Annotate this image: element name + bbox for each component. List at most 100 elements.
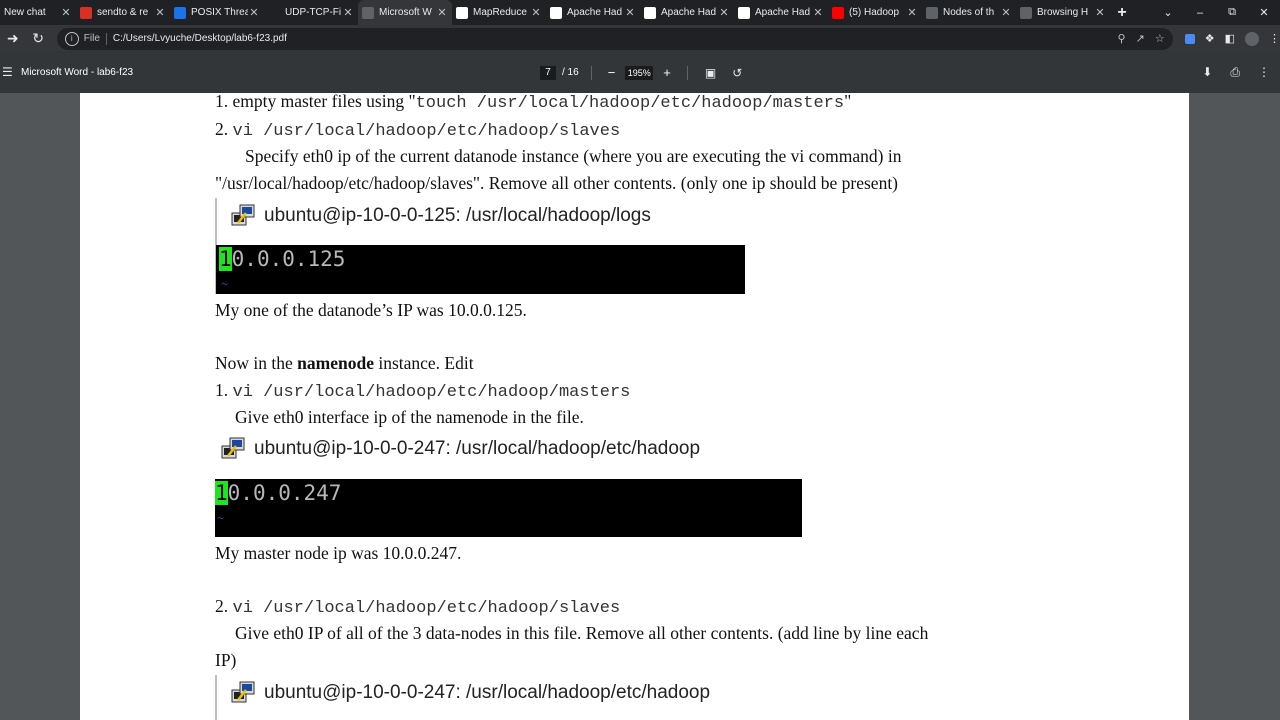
bold-text: namenode (297, 353, 374, 373)
bookmark-star-icon[interactable]: ☆ (1155, 32, 1165, 45)
more-options-icon[interactable]: ⋮ (1258, 65, 1270, 80)
paragraph: Give eth0 IP of all of the 3 data-nodes … (235, 623, 929, 643)
tab[interactable]: POSIX Threa ✕ (170, 0, 264, 25)
close-tab-icon[interactable]: ✕ (60, 6, 72, 19)
tab[interactable]: (5) Hadoop ✕ (828, 0, 922, 25)
zoom-in-button[interactable]: + (659, 65, 675, 80)
c-icon (80, 6, 92, 19)
address-bar[interactable]: i File C:/Users/Lvyuche/Desktop/lab6-f23… (56, 27, 1173, 50)
text: " (844, 93, 852, 111)
divider (215, 675, 217, 720)
share-icon[interactable]: ↗ (1136, 32, 1145, 45)
tab-title: New chat (4, 7, 46, 18)
ip-text: 0.0.0.247 (227, 481, 342, 505)
step-line: 1. vi /usr/local/hadoop/etc/hadoop/maste… (215, 380, 630, 402)
hamburger-menu-icon[interactable]: ☰ (2, 65, 13, 79)
sidepanel-icon[interactable]: ◧ (1225, 32, 1235, 45)
tab-title: (5) Hadoop (849, 7, 900, 18)
page-controls: 7 / 16 − 195% + ▣ ↺ (540, 65, 747, 80)
avatar[interactable] (1244, 31, 1259, 46)
close-tab-icon[interactable]: ✕ (1094, 6, 1106, 19)
putty-icon (230, 203, 256, 229)
tab[interactable]: sendto & re ✕ (76, 0, 170, 25)
new-tab-button[interactable]: + (1110, 4, 1134, 22)
zoom-out-button[interactable]: − (604, 65, 620, 80)
step-line-1: 1. empty master files using "touch /usr/… (215, 93, 851, 113)
divider (590, 65, 592, 80)
zoom-icon[interactable]: ⚲ (1118, 32, 1126, 45)
close-tab-icon[interactable]: ✕ (530, 6, 542, 19)
terminal-title: ubuntu@ip-10-0-0-125: /usr/local/hadoop/… (230, 203, 651, 229)
rotate-icon[interactable]: ↺ (727, 66, 747, 80)
pdf-viewer[interactable]: 1. empty master files using "touch /usr/… (0, 93, 1280, 720)
restore-icon[interactable]: ⧉ (1216, 6, 1248, 19)
close-window-icon[interactable]: ✕ (1248, 6, 1280, 19)
puzzle-icon[interactable]: ❖ (1205, 32, 1215, 45)
step-line: 2. vi /usr/local/hadoop/etc/hadoop/slave… (215, 596, 620, 618)
pdf-page: 1. empty master files using "touch /usr/… (80, 93, 1189, 720)
step-line-2: 2. vi /usr/local/hadoop/etc/hadoop/slave… (215, 119, 620, 141)
url-separator (105, 32, 107, 45)
tab[interactable]: New chat ✕ (0, 0, 76, 25)
reload-icon[interactable]: ↻ (25, 30, 50, 47)
globe-icon (926, 6, 938, 19)
print-icon[interactable]: ⎙ (1230, 65, 1240, 80)
tilde: ~ (221, 277, 229, 291)
tab[interactable]: Apache Had ✕ (734, 0, 828, 25)
tab[interactable]: Microsoft W ✕ (358, 0, 452, 25)
close-tab-icon[interactable]: ✕ (906, 6, 918, 19)
page-total: / 16 (562, 67, 579, 78)
tab[interactable]: Apache Had ✕ (640, 0, 734, 25)
download-icon[interactable]: ⬇ (1202, 65, 1212, 80)
close-tab-icon[interactable]: ✕ (248, 6, 260, 19)
fit-page-icon[interactable]: ▣ (700, 66, 721, 80)
pdf-toolbar: ☰ Microsoft Word - lab6-f23 7 / 16 − 195… (0, 52, 1280, 93)
close-tab-icon[interactable]: ✕ (342, 6, 354, 19)
close-tab-icon[interactable]: ✕ (154, 6, 166, 19)
close-tab-icon[interactable]: ✕ (436, 6, 448, 19)
extension-icon[interactable] (1184, 33, 1195, 44)
cursor: 1 (215, 481, 228, 505)
tab-title: MapReduce (473, 7, 527, 18)
url-text[interactable]: C:/Users/Lvyuche/Desktop/lab6-f23.pdf (113, 33, 1118, 44)
tab[interactable]: Nodes of th ✕ (922, 0, 1016, 25)
tab-search-icon[interactable]: ⌄ (1152, 6, 1184, 19)
url-scheme: File (83, 33, 100, 44)
minimize-icon[interactable]: – (1184, 7, 1216, 19)
caption: My one of the datanode’s IP was 10.0.0.1… (215, 300, 527, 320)
page-number-input[interactable]: 7 (540, 65, 556, 80)
close-tab-icon[interactable]: ✕ (718, 6, 730, 19)
pdf-title: Microsoft Word - lab6-f23 (21, 67, 134, 78)
close-tab-icon[interactable]: ✕ (624, 6, 636, 19)
terminal-text: 10.0.0.125 (219, 247, 345, 271)
doc-icon (174, 6, 186, 19)
tab-title: POSIX Threa (191, 7, 248, 18)
forward-arrow-icon[interactable]: ➜ (0, 30, 25, 47)
tab[interactable]: Apache Had ✕ (546, 0, 640, 25)
text: 1. empty master files using " (215, 93, 416, 111)
github-icon (268, 6, 280, 19)
info-icon[interactable]: i (64, 31, 79, 46)
terminal-title-text: ubuntu@ip-10-0-0-247: /usr/local/hadoop/… (264, 682, 711, 703)
tab-title: Apache Had (567, 7, 623, 18)
tab[interactable]: UDP-TCP-Fi ✕ (264, 0, 358, 25)
globe-icon (362, 6, 374, 19)
youtube-icon (832, 6, 844, 19)
putty-icon (220, 436, 246, 462)
menu-kebab-icon[interactable]: ⋮ (1269, 32, 1280, 45)
tab[interactable]: MapReduce ✕ (452, 0, 546, 25)
text: 2. (215, 596, 233, 616)
close-tab-icon[interactable]: ✕ (812, 6, 824, 19)
tab-title: Apache Had (755, 7, 811, 18)
paragraph: Now in the namenode instance. Edit (215, 353, 474, 374)
tab-title: Microsoft W (379, 7, 432, 18)
terminal-title-text: ubuntu@ip-10-0-0-247: /usr/local/hadoop/… (254, 438, 701, 459)
close-tab-icon[interactable]: ✕ (1000, 6, 1012, 19)
apache-icon (644, 6, 656, 19)
tab-title: sendto & re (97, 7, 149, 18)
tab[interactable]: Browsing H ✕ (1016, 0, 1110, 25)
text: 1. (215, 380, 233, 400)
globe-icon (1020, 6, 1032, 19)
zoom-input[interactable]: 195% (625, 65, 654, 80)
apache-icon (738, 6, 750, 19)
